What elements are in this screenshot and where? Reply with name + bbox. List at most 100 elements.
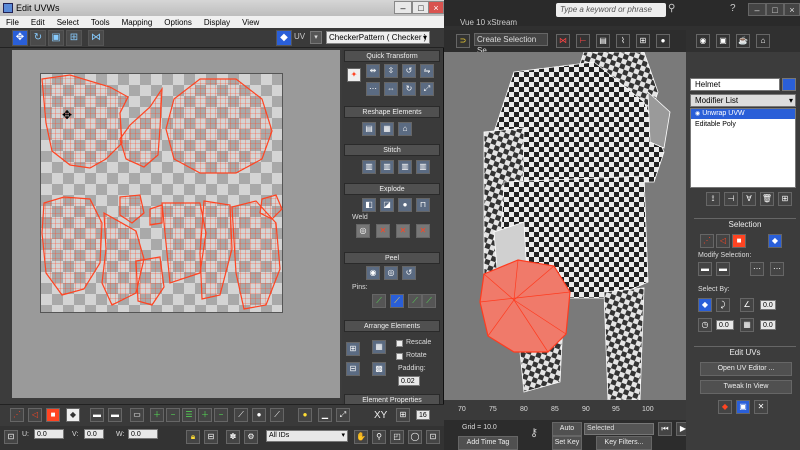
edit-uvs-rollout-header[interactable]: Edit UVs xyxy=(694,346,796,358)
layers-icon[interactable]: ▤ xyxy=(596,34,610,48)
loop-grow-icon[interactable]: ▭ xyxy=(130,408,144,422)
select-element-icon[interactable]: ◆ xyxy=(66,408,80,422)
spread-icon[interactable]: ⤢ xyxy=(420,82,434,96)
menu-file[interactable]: File xyxy=(0,18,25,27)
select-by-element-icon[interactable]: ◆ xyxy=(698,298,712,312)
stack-item-editable-poly[interactable]: Editable Poly xyxy=(691,120,795,130)
zoom-icon[interactable]: ⚲ xyxy=(372,430,386,444)
zoom-region-icon[interactable]: ◰ xyxy=(390,430,404,444)
grid-snap-icon[interactable]: ⊟ xyxy=(204,430,218,444)
stitch-target-icon[interactable]: ▥ xyxy=(416,160,430,174)
align-tool-icon[interactable]: ⊢ xyxy=(576,34,590,48)
auto-pin-icon[interactable]: ⟋ xyxy=(408,294,422,308)
unpin-icon[interactable]: ⟋ xyxy=(390,294,404,308)
rotate-icon[interactable]: ↻ xyxy=(30,30,46,46)
transform-xy-icon[interactable]: ⤢ xyxy=(336,408,350,422)
select-pins-icon[interactable]: ⟋ xyxy=(422,294,436,308)
select-by-id-icon[interactable]: ▦ xyxy=(740,318,754,332)
freeform-icon[interactable]: ⊞ xyxy=(66,30,82,46)
schematic-icon[interactable]: ⊞ xyxy=(636,34,650,48)
pack-together-icon[interactable]: ⊟ xyxy=(346,362,360,376)
rotate-checkbox[interactable] xyxy=(396,353,403,360)
minus-icon[interactable]: − xyxy=(166,408,180,422)
pan-icon[interactable]: ✋ xyxy=(354,430,368,444)
weld-selected-icon[interactable]: ✕ xyxy=(376,224,390,238)
soft-select-icon[interactable]: ▁ xyxy=(318,408,332,422)
shrink-icon[interactable]: ▬ xyxy=(716,262,730,276)
pin-stack-icon[interactable]: ⟟ xyxy=(706,192,720,206)
mirror-tool-icon[interactable]: ⋈ xyxy=(556,34,570,48)
reshape-elements-header[interactable]: Reshape Elements xyxy=(344,106,440,118)
binoculars-icon[interactable]: ⚲ xyxy=(668,3,682,17)
zoom-extents-icon[interactable]: ◯ xyxy=(408,430,422,444)
max-close-button[interactable]: × xyxy=(784,3,800,16)
pack-custom-icon[interactable]: ⊞ xyxy=(346,342,360,356)
lock-icon[interactable]: 🔒︎ xyxy=(186,430,200,444)
align-horizontal-icon[interactable]: ⇹ xyxy=(366,64,380,78)
threshold-angle-icon[interactable]: ∠ xyxy=(740,298,754,312)
stack-item-unwrap-uvw[interactable]: ◉ Unwrap UVW xyxy=(691,109,795,119)
options-gear-icon[interactable]: ⚙ xyxy=(244,430,258,444)
uv-dropdown-arrow[interactable]: ▾ xyxy=(310,31,322,44)
material-editor-icon[interactable]: ● xyxy=(656,34,670,48)
explode-icon[interactable]: ◪ xyxy=(380,198,394,212)
create-selection-set[interactable]: Create Selection Se xyxy=(474,33,548,55)
shrink-selection-icon[interactable]: ▬ xyxy=(108,408,122,422)
quick-transform-header[interactable]: Quick Transform xyxy=(344,50,440,62)
explode-header[interactable]: Explode xyxy=(344,183,440,195)
zoom-input[interactable]: 16 xyxy=(416,410,430,420)
key-icon[interactable]: ⚷ xyxy=(530,426,538,439)
tweak-in-view-button[interactable]: Tweak In View xyxy=(700,380,792,394)
threshold-input-3[interactable]: 0.0 xyxy=(760,320,776,330)
planar-icon[interactable]: ◷ xyxy=(698,318,712,332)
auto-key-button[interactable]: Auto Key xyxy=(552,422,582,444)
select-face-icon[interactable]: ■ xyxy=(46,408,60,422)
render-icon[interactable]: ☕ xyxy=(736,34,750,48)
detach-icon[interactable]: ⊓ xyxy=(416,198,430,212)
w-input[interactable]: 0.0 xyxy=(128,429,158,439)
link-icon[interactable]: ⊃ xyxy=(456,34,470,48)
stitch-header[interactable]: Stitch xyxy=(344,144,440,156)
straighten-selection-icon[interactable]: ▦ xyxy=(380,122,394,136)
v-input[interactable]: 0.0 xyxy=(84,429,104,439)
padding-input[interactable]: 0.02 xyxy=(398,376,420,386)
rescale-checkbox[interactable] xyxy=(396,340,403,347)
u-input[interactable]: 0.0 xyxy=(34,429,64,439)
ring-grow-icon[interactable]: ☰ xyxy=(182,408,196,422)
help-icon[interactable]: ? xyxy=(730,3,744,17)
pixel-snap-icon[interactable]: ✽ xyxy=(226,430,240,444)
paint-shrink-icon[interactable]: ⟋ xyxy=(270,408,284,422)
zoom-selected-icon[interactable]: ⊡ xyxy=(426,430,440,444)
peel-mode-icon[interactable]: ◎ xyxy=(384,266,398,280)
sun-icon[interactable]: ● xyxy=(298,408,312,422)
close-button[interactable]: × xyxy=(428,1,444,14)
selection-rollout-header[interactable]: Selection xyxy=(694,218,796,230)
space-icon[interactable]: ⇔ xyxy=(384,82,398,96)
quick-peel-icon[interactable]: ◉ xyxy=(366,266,380,280)
show-end-result-icon[interactable]: ⊣ xyxy=(724,192,738,206)
options-icon[interactable]: ⊞ xyxy=(396,408,410,422)
timeline-ruler[interactable]: 70 75 80 85 90 95 100 xyxy=(444,400,686,420)
make-unique-icon[interactable]: ∀ xyxy=(742,192,756,206)
transform-icon[interactable]: ✦ xyxy=(347,68,361,82)
minimize-button[interactable]: – xyxy=(394,1,412,14)
auto-key-select[interactable]: Selected xyxy=(584,423,654,435)
teapot-icon[interactable]: ⌂ xyxy=(756,34,770,48)
key-filters-button[interactable]: Key Filters... xyxy=(596,436,652,450)
break-icon[interactable]: ◧ xyxy=(362,198,376,212)
select-edge-icon[interactable]: ◁ xyxy=(28,408,42,422)
grow-icon[interactable]: ▬ xyxy=(698,262,712,276)
open-uv-editor-button[interactable]: Open UV Editor ... xyxy=(700,362,792,376)
absolute-mode-icon[interactable]: ⊡ xyxy=(4,430,18,444)
perspective-viewport[interactable] xyxy=(444,52,686,400)
mirror-icon[interactable]: ⋈ xyxy=(88,30,104,46)
close-uv-icon[interactable]: ✕ xyxy=(754,400,768,414)
select-by-edge-icon[interactable]: ⤸ xyxy=(716,298,730,312)
reset-peel-icon[interactable]: ↺ xyxy=(402,266,416,280)
add-time-tag-button[interactable]: Add Time Tag xyxy=(458,436,518,450)
select-vertex-icon[interactable]: ⋰ xyxy=(10,408,24,422)
bulb-icon[interactable]: ◉ xyxy=(695,111,700,117)
rotate-90-icon[interactable]: ↺ xyxy=(402,64,416,78)
arrange-elements-header[interactable]: Arrange Elements xyxy=(344,320,440,332)
menu-display[interactable]: Display xyxy=(198,18,236,27)
